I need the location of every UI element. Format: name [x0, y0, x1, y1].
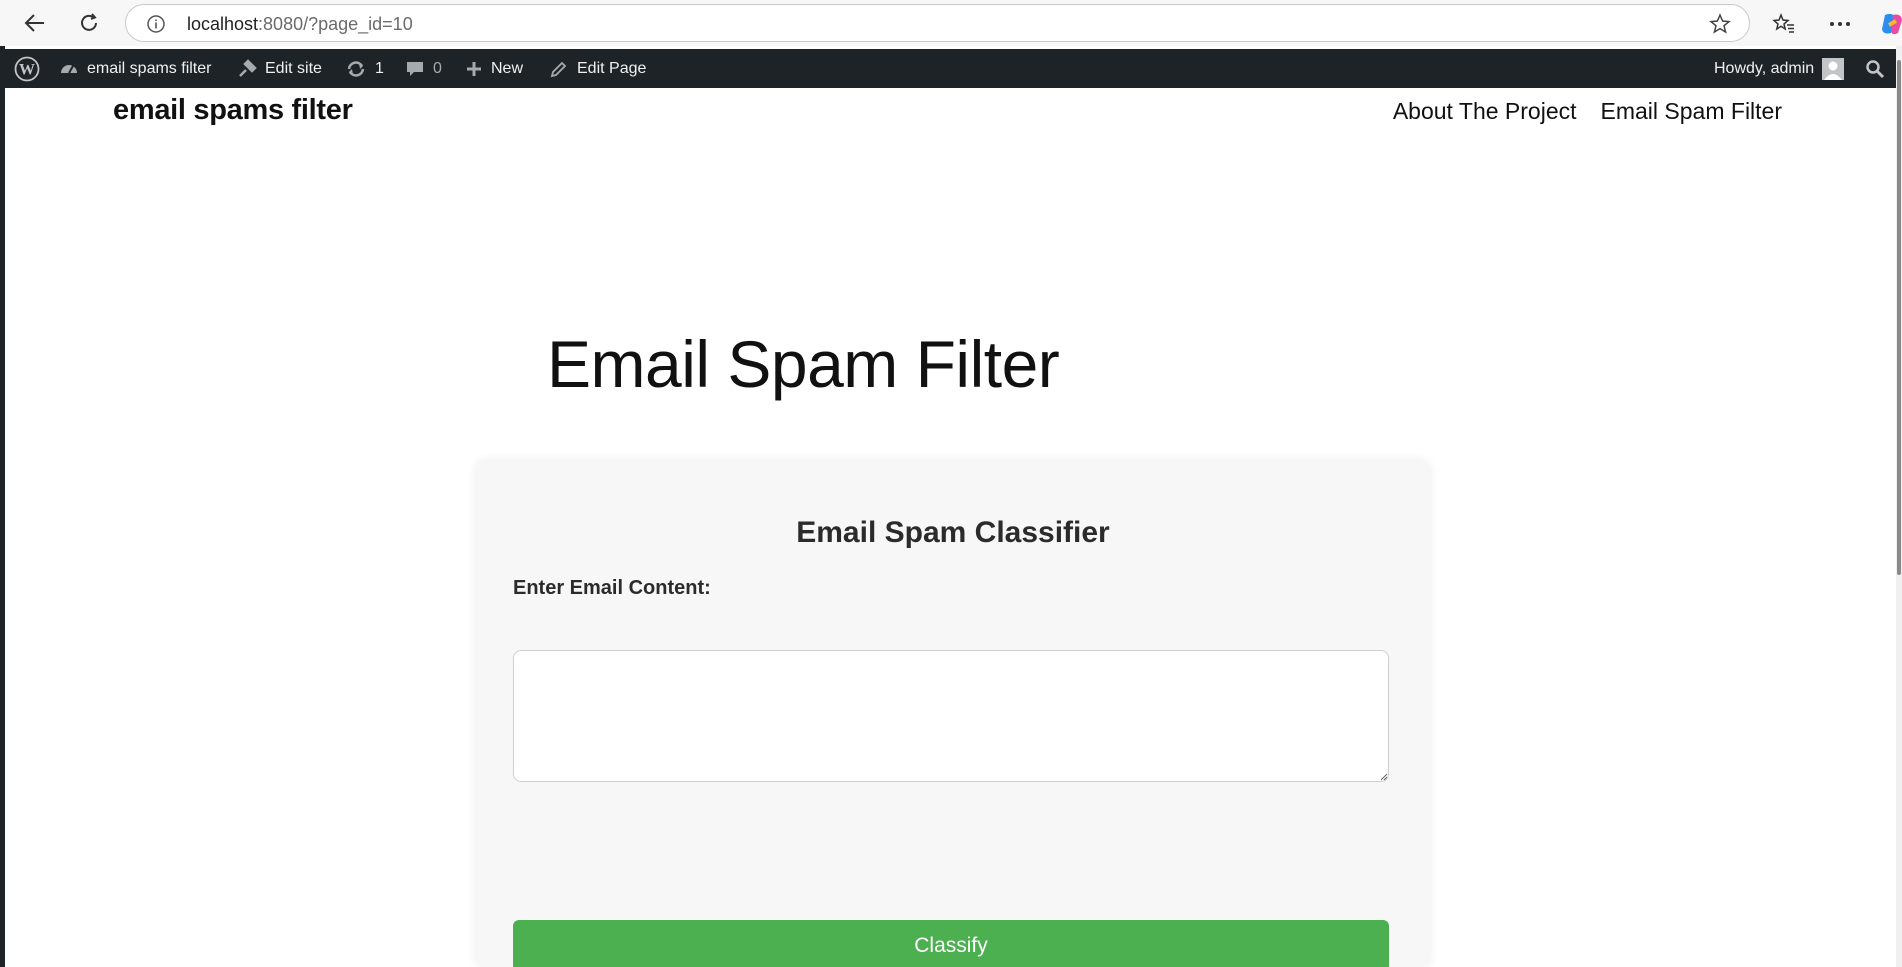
plus-icon: [467, 61, 481, 76]
adminbar-search-icon[interactable]: [1865, 49, 1885, 88]
more-icon[interactable]: [1824, 8, 1856, 40]
classify-button[interactable]: Classify: [513, 920, 1389, 967]
adminbar-edit-page-label: Edit Page: [577, 59, 647, 77]
brush-icon: [239, 58, 257, 77]
adminbar-edit-site[interactable]: Edit site: [237, 49, 322, 88]
comment-icon: [407, 61, 423, 76]
url-path: :8080/?page_id=10: [258, 14, 413, 34]
adminbar-updates-count: 1: [375, 59, 384, 77]
adminbar-site-name: email spams filter: [87, 59, 212, 77]
url-host: localhost: [187, 14, 259, 34]
resize-grip-icon[interactable]: [1378, 771, 1388, 781]
adminbar-comments-count: 0: [433, 59, 442, 77]
site-title[interactable]: email spams filter: [113, 94, 353, 127]
updates-icon: [347, 60, 365, 77]
back-icon[interactable]: [18, 6, 52, 40]
svg-text:W: W: [19, 61, 35, 78]
classifier-heading: Email Spam Classifier: [796, 516, 1110, 549]
url-text: localhost:8080/?page_id=10: [187, 14, 413, 35]
adminbar-new-label: New: [491, 59, 524, 77]
wordpress-logo-icon[interactable]: W: [14, 49, 40, 88]
adminbar-new[interactable]: New: [465, 49, 523, 88]
adminbar-howdy: Howdy, admin: [1714, 59, 1815, 77]
adminbar-updates[interactable]: 1: [345, 49, 384, 88]
star-icon[interactable]: [1709, 13, 1731, 40]
favorites-icon[interactable]: [1768, 8, 1800, 40]
email-content-textarea[interactable]: [513, 650, 1389, 782]
adminbar-edit-page[interactable]: Edit Page: [549, 49, 646, 88]
adminbar-comments[interactable]: 0: [405, 49, 442, 88]
nav-email-spam-filter[interactable]: Email Spam Filter: [1601, 98, 1782, 125]
refresh-icon[interactable]: [72, 6, 106, 40]
browser-toolbar: localhost:8080/?page_id=10: [0, 0, 1902, 46]
adminbar-edit-site-label: Edit site: [265, 59, 322, 77]
site-content: email spams filter About The Project Ema…: [5, 88, 1896, 967]
adminbar-account[interactable]: Howdy, admin: [1714, 49, 1845, 88]
adminbar-site-link[interactable]: email spams filter: [59, 49, 211, 88]
scrollbar-thumb[interactable]: [1897, 60, 1901, 575]
page-title: Email Spam Filter: [547, 327, 1060, 401]
wp-admin-bar: W email spams filter Edit site 1 0 New E…: [5, 49, 1896, 88]
address-bar[interactable]: localhost:8080/?page_id=10: [125, 4, 1750, 42]
info-icon[interactable]: [146, 14, 166, 34]
site-navigation: About The Project Email Spam Filter: [1393, 98, 1782, 125]
pencil-icon: [550, 61, 567, 77]
email-content-label: Enter Email Content:: [513, 577, 711, 599]
dashboard-icon: [61, 64, 77, 73]
copilot-icon[interactable]: [1876, 8, 1902, 40]
nav-about-the-project[interactable]: About The Project: [1393, 98, 1577, 125]
avatar: [1822, 57, 1845, 80]
classifier-card: Email Spam Classifier Enter Email Conten…: [476, 460, 1430, 967]
